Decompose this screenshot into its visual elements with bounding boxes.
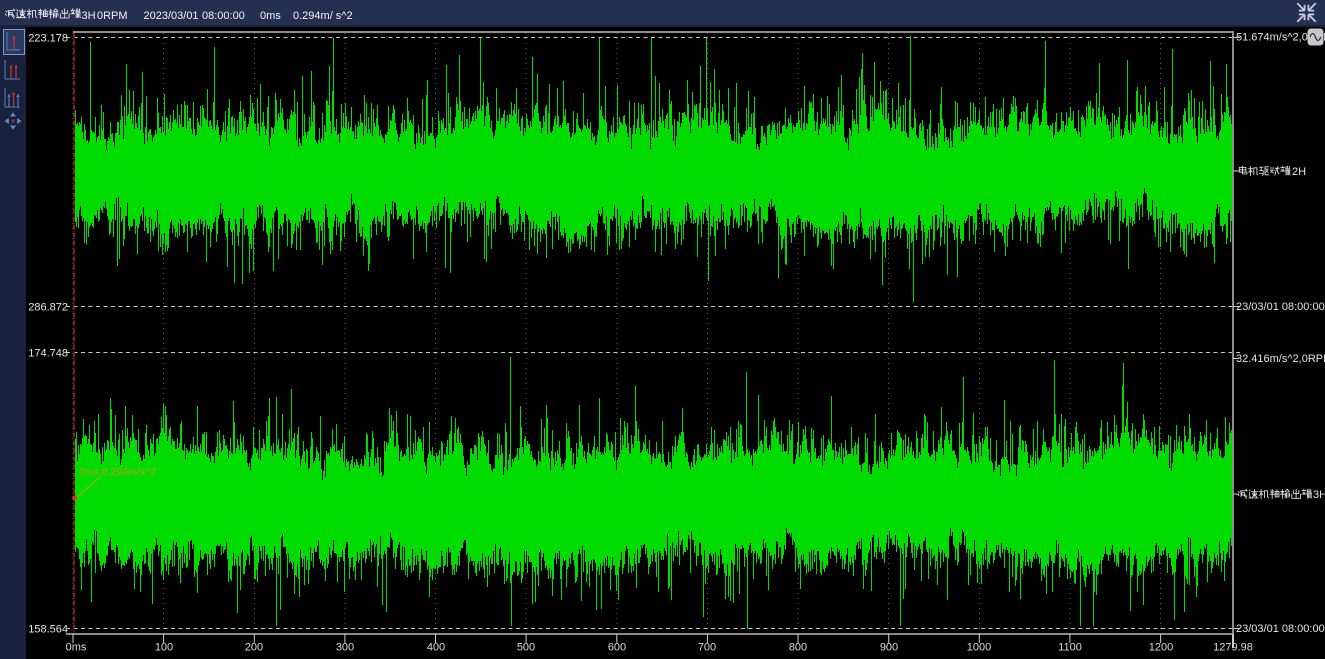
svg-text:3H: 3H — [1313, 489, 1325, 501]
svg-text:1000: 1000 — [967, 642, 991, 654]
svg-text:0ms: 0ms — [260, 10, 281, 22]
svg-text:0RPM: 0RPM — [97, 10, 128, 22]
svg-text:100: 100 — [155, 642, 173, 654]
svg-text:1279.98: 1279.98 — [1213, 642, 1253, 654]
svg-text:200: 200 — [245, 642, 263, 654]
svg-text:0ms: 0ms — [66, 642, 87, 654]
svg-text:32.416m/s^2,0RPM: 32.416m/s^2,0RPM — [1236, 353, 1325, 365]
svg-text:2H: 2H — [1292, 166, 1306, 178]
svg-text:1200: 1200 — [1149, 642, 1173, 654]
svg-text:0ms,0.294m/s^2: 0ms,0.294m/s^2 — [79, 466, 156, 478]
svg-text:500: 500 — [517, 642, 535, 654]
svg-text:300: 300 — [336, 642, 354, 654]
svg-text:600: 600 — [608, 642, 626, 654]
svg-text:900: 900 — [880, 642, 898, 654]
svg-text:1100: 1100 — [1058, 642, 1082, 654]
svg-text:400: 400 — [427, 642, 445, 654]
svg-text:23/03/01 08:00:00: 23/03/01 08:00:00 — [1236, 623, 1325, 635]
svg-text:286.872: 286.872 — [28, 301, 68, 313]
svg-text:700: 700 — [698, 642, 716, 654]
svg-text:0.294m/ s^2: 0.294m/ s^2 — [293, 10, 353, 22]
svg-text:08:00:00: 08:00:00 — [202, 10, 245, 22]
svg-text:2023/03/01: 2023/03/01 — [144, 10, 199, 22]
svg-text:800: 800 — [789, 642, 807, 654]
svg-text:23/03/01 08:00:00: 23/03/01 08:00:00 — [1236, 301, 1325, 313]
svg-text:3H: 3H — [82, 10, 96, 22]
svg-text:223.178: 223.178 — [28, 32, 68, 44]
svg-text:158.564: 158.564 — [28, 623, 68, 635]
svg-text:174.748: 174.748 — [28, 347, 68, 359]
